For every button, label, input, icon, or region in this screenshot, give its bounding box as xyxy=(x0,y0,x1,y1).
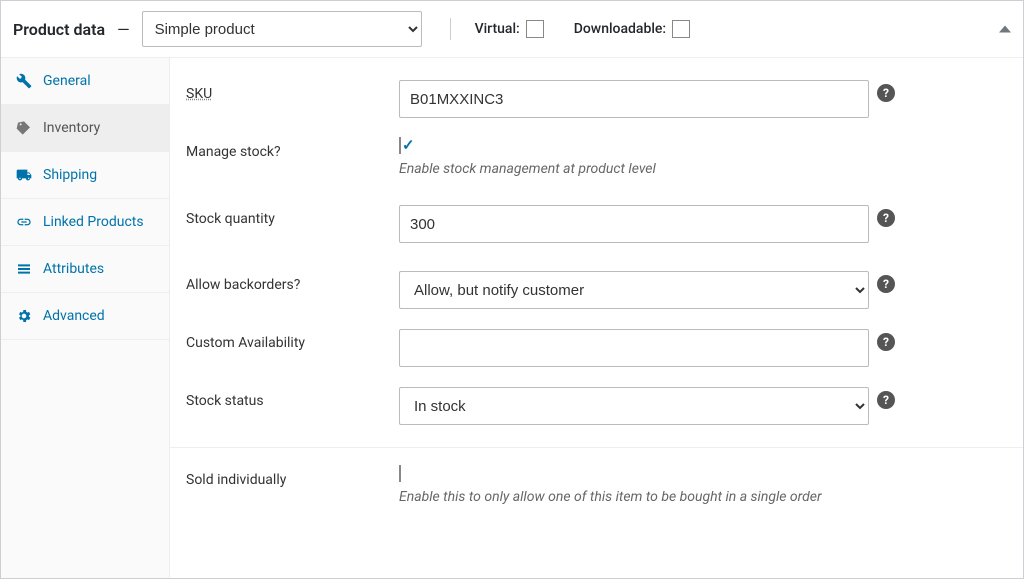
tab-linked-products[interactable]: Linked Products xyxy=(1,199,169,246)
tab-label: Attributes xyxy=(43,261,104,277)
truck-icon xyxy=(15,166,33,184)
virtual-checkbox[interactable] xyxy=(526,20,544,38)
inventory-content: SKU ? Manage stock? Enable stock managem… xyxy=(170,58,1023,578)
manage-stock-label: Manage stock? xyxy=(186,138,391,160)
downloadable-group: Downloadable: xyxy=(574,20,690,38)
tab-label: Shipping xyxy=(43,167,97,183)
help-icon[interactable]: ? xyxy=(877,333,895,351)
backorders-select[interactable]: Allow, but notify customer xyxy=(399,271,869,309)
stock-status-label: Stock status xyxy=(186,387,391,409)
virtual-group: Virtual: xyxy=(475,20,544,38)
link-icon xyxy=(15,213,33,231)
gear-icon xyxy=(15,307,33,325)
tab-label: Inventory xyxy=(43,120,100,136)
manage-stock-hint: Enable stock management at product level xyxy=(399,161,869,177)
sold-individually-row: Sold individually Enable this to only al… xyxy=(170,448,1023,523)
collapse-toggle-icon[interactable] xyxy=(999,26,1011,33)
tab-shipping[interactable]: Shipping xyxy=(1,152,169,199)
stock-status-select[interactable]: In stock xyxy=(399,387,869,425)
manage-stock-row: Manage stock? Enable stock management at… xyxy=(170,128,1023,187)
stock-qty-label: Stock quantity xyxy=(186,205,391,227)
backorders-label: Allow backorders? xyxy=(186,271,391,293)
tab-advanced[interactable]: Advanced xyxy=(1,293,169,340)
separator xyxy=(450,18,451,40)
panel-title: Product data xyxy=(13,20,105,39)
settings-tabs: General Inventory Shipping Linked Produc… xyxy=(1,58,170,578)
help-icon[interactable]: ? xyxy=(877,209,895,227)
custom-availability-label: Custom Availability xyxy=(186,329,391,351)
title-dash: — xyxy=(117,20,130,39)
sku-row: SKU ? xyxy=(170,70,1023,128)
tag-icon xyxy=(15,119,33,137)
tab-label: General xyxy=(43,73,91,89)
custom-availability-input[interactable] xyxy=(399,329,869,367)
sold-individually-label: Sold individually xyxy=(186,466,391,488)
panel-header: Product data — Simple product Virtual: D… xyxy=(1,1,1023,58)
help-icon[interactable]: ? xyxy=(877,391,895,409)
sold-individually-hint: Enable this to only allow one of this it… xyxy=(399,489,959,505)
tab-general[interactable]: General xyxy=(1,58,169,105)
custom-availability-row: Custom Availability ? xyxy=(170,319,1023,377)
product-data-panel: Product data — Simple product Virtual: D… xyxy=(0,0,1024,579)
product-type-select[interactable]: Simple product xyxy=(142,11,422,47)
tab-inventory[interactable]: Inventory xyxy=(1,105,169,152)
virtual-label: Virtual: xyxy=(475,21,520,37)
help-icon[interactable]: ? xyxy=(877,275,895,293)
help-icon[interactable]: ? xyxy=(877,84,895,102)
stock-qty-input[interactable] xyxy=(399,205,869,243)
stock-status-row: Stock status In stock ? xyxy=(170,377,1023,435)
wrench-icon xyxy=(15,72,33,90)
backorders-row: Allow backorders? Allow, but notify cust… xyxy=(170,261,1023,319)
panel-body: General Inventory Shipping Linked Produc… xyxy=(1,58,1023,578)
list-icon xyxy=(15,260,33,278)
sku-input[interactable] xyxy=(399,80,869,118)
tab-label: Linked Products xyxy=(43,214,144,230)
manage-stock-checkbox[interactable] xyxy=(399,137,401,154)
downloadable-checkbox[interactable] xyxy=(672,20,690,38)
tab-attributes[interactable]: Attributes xyxy=(1,246,169,293)
sold-individually-checkbox[interactable] xyxy=(399,465,401,482)
tab-label: Advanced xyxy=(43,308,105,324)
sku-label: SKU xyxy=(186,80,391,102)
downloadable-label: Downloadable: xyxy=(574,21,666,37)
stock-qty-row: Stock quantity ? xyxy=(170,187,1023,261)
